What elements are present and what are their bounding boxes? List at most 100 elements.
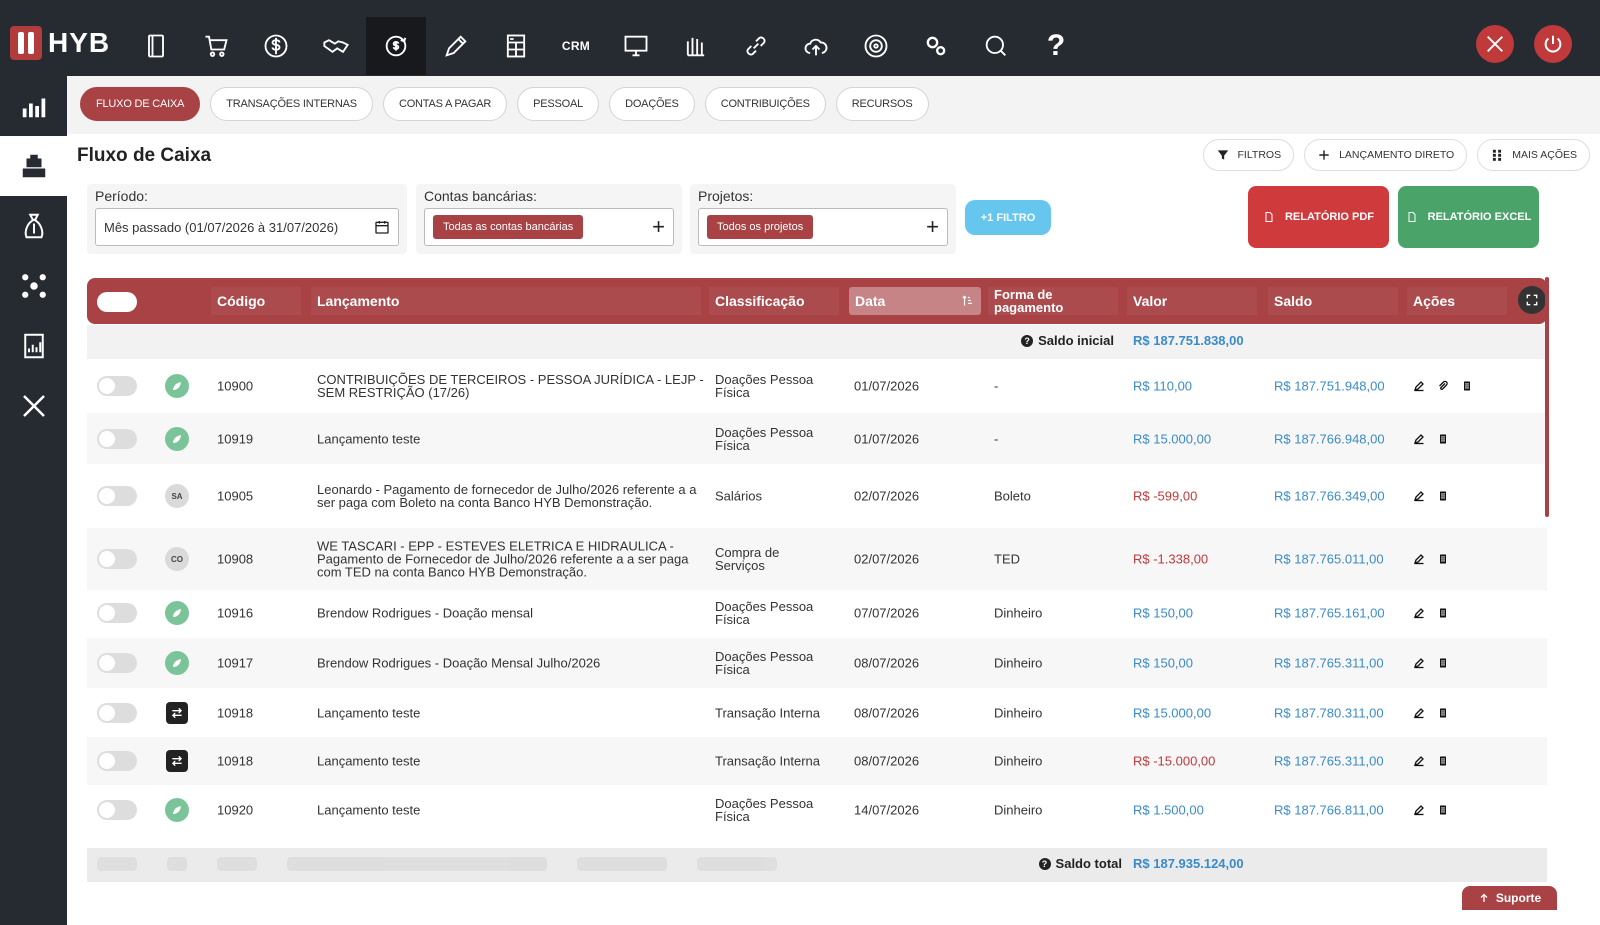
row-toggle[interactable] <box>97 703 137 723</box>
table-row[interactable]: 10916 Brendow Rodrigues - Doação mensal Do… <box>87 588 1547 638</box>
help-icon[interactable]: ? <box>1021 334 1034 347</box>
col-classificacao[interactable]: Classificação <box>709 287 839 315</box>
add-account-icon[interactable]: + <box>652 216 665 238</box>
brand-logo[interactable]: HYB <box>10 26 110 60</box>
nav-volunteers[interactable] <box>666 17 726 75</box>
logout-button[interactable] <box>1534 25 1572 63</box>
receipt-icon[interactable] <box>1461 380 1473 392</box>
nav-goals[interactable] <box>846 17 906 75</box>
table-row[interactable]: 10918 Lançamento teste Transação Interna 08… <box>87 737 1547 785</box>
tab-transacoes-internas[interactable]: TRANSAÇÕES INTERNAS <box>210 87 373 121</box>
more-actions-button[interactable]: MAIS AÇÕES <box>1477 139 1590 171</box>
cell-description[interactable]: Lançamento teste <box>317 432 707 445</box>
cell-description[interactable]: Lançamento teste <box>317 707 707 720</box>
nav-finance[interactable] <box>246 17 306 75</box>
receipt-icon[interactable] <box>1437 553 1449 565</box>
nav-links[interactable] <box>726 17 786 75</box>
nav-upload[interactable] <box>786 17 846 75</box>
nav-crm[interactable]: CRM <box>546 17 606 75</box>
edit-icon[interactable] <box>1413 755 1425 767</box>
nav-monitor[interactable] <box>606 17 666 75</box>
edit-icon[interactable] <box>1413 553 1425 565</box>
col-forma[interactable]: Forma de pagamento <box>988 287 1118 315</box>
report-pdf-button[interactable]: RELATÓRIO PDF <box>1248 186 1389 248</box>
col-valor[interactable]: Valor <box>1127 287 1257 315</box>
nav-edit[interactable] <box>426 17 486 75</box>
nav-documents[interactable] <box>126 17 186 75</box>
edit-icon[interactable] <box>1413 804 1425 816</box>
tab-fluxo-de-caixa[interactable]: FLUXO DE CAIXA <box>80 87 201 121</box>
receipt-icon[interactable] <box>1437 755 1449 767</box>
cell-description[interactable]: Brendow Rodrigues - Doação mensal <box>317 607 707 620</box>
help-icon[interactable]: ? <box>1038 857 1051 870</box>
nav-purchases[interactable] <box>186 17 246 75</box>
cell-description[interactable]: Lançamento teste <box>317 755 707 768</box>
row-toggle[interactable] <box>97 653 137 673</box>
row-toggle[interactable] <box>97 751 137 771</box>
table-scrollbar[interactable] <box>1545 277 1549 517</box>
receipt-icon[interactable] <box>1437 490 1449 502</box>
tab-contribuicoes[interactable]: CONTRIBUIÇÕES <box>704 87 826 121</box>
nav-chat[interactable] <box>966 17 1026 75</box>
attachment-icon[interactable] <box>1437 380 1449 392</box>
admin-tools-button[interactable] <box>1476 25 1514 63</box>
cell-description[interactable]: Lançamento teste <box>317 804 707 817</box>
edit-icon[interactable] <box>1413 707 1425 719</box>
table-row[interactable]: 10917 Brendow Rodrigues - Doação Mensal J… <box>87 638 1547 688</box>
edit-icon[interactable] <box>1413 433 1425 445</box>
period-input[interactable]: Mês passado (01/07/2026 à 31/07/2026) <box>95 208 399 246</box>
col-codigo[interactable]: Código <box>211 287 301 315</box>
edit-icon[interactable] <box>1413 657 1425 669</box>
sidebar-item-network[interactable] <box>0 256 67 316</box>
add-project-icon[interactable]: + <box>926 216 939 238</box>
nav-accounting[interactable] <box>486 17 546 75</box>
accounts-chip[interactable]: Todas as contas bancárias <box>433 215 584 239</box>
accounts-select[interactable]: Todas as contas bancárias + <box>424 208 674 246</box>
receipt-icon[interactable] <box>1437 607 1449 619</box>
tab-doacoes[interactable]: DOAÇÕES <box>609 87 695 121</box>
col-lancamento[interactable]: Lançamento <box>311 287 701 315</box>
projects-chip[interactable]: Todos os projetos <box>707 215 814 239</box>
table-row[interactable]: 10920 Lançamento teste Doações Pessoa Físi… <box>87 785 1547 835</box>
select-all-toggle[interactable] <box>97 292 137 312</box>
row-toggle[interactable] <box>97 603 137 623</box>
row-toggle[interactable] <box>97 376 137 396</box>
sidebar-item-tools[interactable] <box>0 376 67 436</box>
row-toggle[interactable] <box>97 486 137 506</box>
report-excel-button[interactable]: RELATÓRIO EXCEL <box>1398 186 1539 248</box>
receipt-icon[interactable] <box>1437 707 1449 719</box>
add-filter-button[interactable]: +1 FILTRO <box>965 200 1051 235</box>
sidebar-item-donations[interactable] <box>0 196 67 256</box>
col-saldo[interactable]: Saldo <box>1268 287 1398 315</box>
edit-icon[interactable] <box>1413 607 1425 619</box>
table-row[interactable]: SA 10905 Leonardo - Pagamento de fornecedo… <box>87 465 1547 527</box>
tab-contas-a-pagar[interactable]: CONTAS A PAGAR <box>382 87 508 121</box>
col-data[interactable]: Data <box>849 287 981 315</box>
row-toggle[interactable] <box>97 549 137 569</box>
nav-settings[interactable] <box>906 17 966 75</box>
receipt-icon[interactable] <box>1437 433 1449 445</box>
table-row[interactable]: CO 10908 WE TASCARI - EPP - ESTEVES ELETRI… <box>87 528 1547 590</box>
fullscreen-button[interactable] <box>1518 286 1546 314</box>
row-toggle[interactable] <box>97 800 137 820</box>
sidebar-item-reports[interactable] <box>0 316 67 376</box>
receipt-icon[interactable] <box>1437 804 1449 816</box>
direct-entry-button[interactable]: LANÇAMENTO DIRETO <box>1304 139 1468 171</box>
nav-cashflow[interactable] <box>366 17 426 75</box>
cell-description[interactable]: Brendow Rodrigues - Doação Mensal Julho/… <box>317 657 707 670</box>
cell-description[interactable]: WE TASCARI - EPP - ESTEVES ELETRICA E HI… <box>317 540 707 579</box>
tab-pessoal[interactable]: PESSOAL <box>517 87 600 121</box>
sidebar-item-dashboard[interactable] <box>0 76 67 136</box>
receipt-icon[interactable] <box>1437 657 1449 669</box>
nav-help[interactable]: ? <box>1026 17 1086 75</box>
edit-icon[interactable] <box>1413 490 1425 502</box>
nav-partners[interactable] <box>306 17 366 75</box>
cell-description[interactable]: Leonardo - Pagamento de fornecedor de Ju… <box>317 483 707 509</box>
projects-select[interactable]: Todos os projetos + <box>698 208 948 246</box>
table-row[interactable]: 10918 Lançamento teste Transação Interna 08… <box>87 689 1547 737</box>
sidebar-item-cashflow[interactable] <box>0 136 67 196</box>
table-row[interactable]: 10919 Lançamento teste Doações Pessoa Físi… <box>87 413 1547 464</box>
cell-description[interactable]: CONTRIBUIÇÕES DE TERCEIROS - PESSOA JURÍ… <box>317 373 707 399</box>
row-toggle[interactable] <box>97 428 137 449</box>
table-row[interactable]: 10900 CONTRIBUIÇÕES DE TERCEIROS - PESSOA… <box>87 360 1547 412</box>
